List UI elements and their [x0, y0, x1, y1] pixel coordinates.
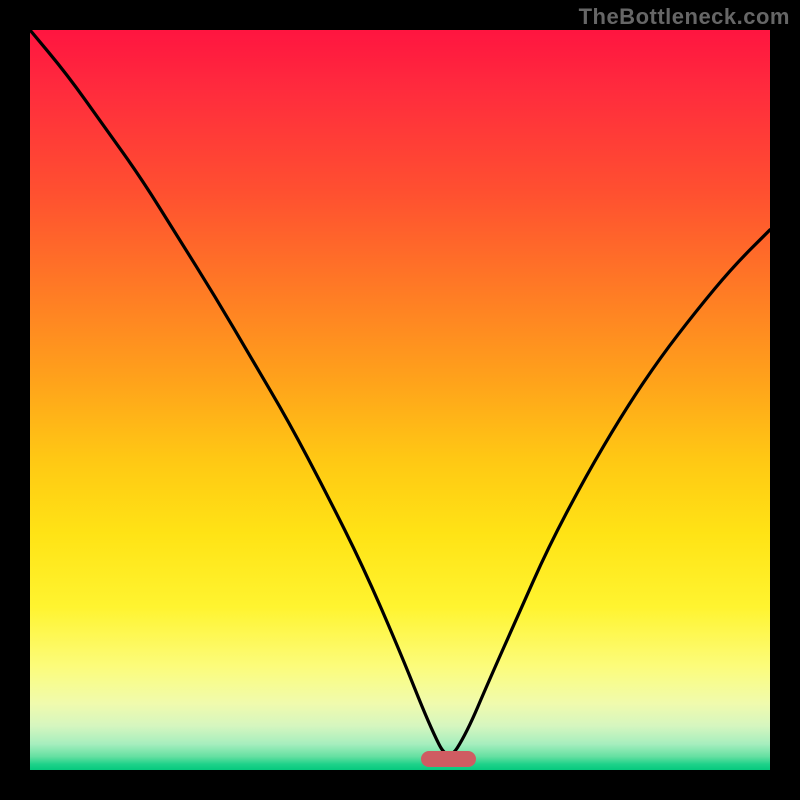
- plot-area: [30, 30, 770, 770]
- watermark-text: TheBottleneck.com: [579, 4, 790, 30]
- optimum-marker: [421, 751, 476, 767]
- bottleneck-curve: [30, 30, 770, 770]
- curve-path: [30, 30, 770, 754]
- chart-frame: TheBottleneck.com: [0, 0, 800, 800]
